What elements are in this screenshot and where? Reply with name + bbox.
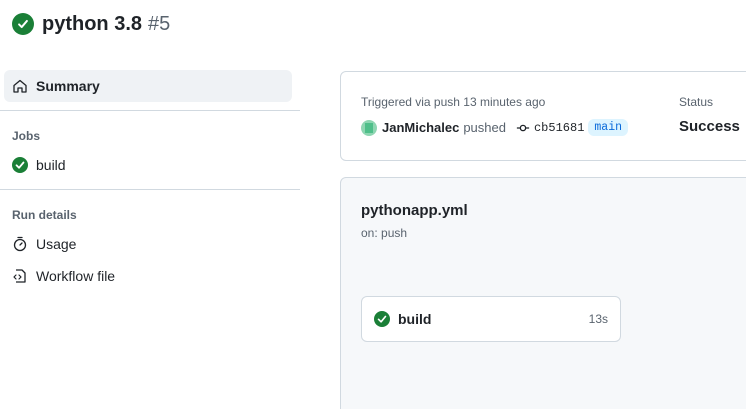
check-circle-icon	[374, 311, 390, 327]
git-commit-icon	[516, 121, 530, 135]
avatar[interactable]	[361, 119, 377, 136]
run-number: #5	[148, 12, 171, 35]
sidebar-item-summary[interactable]: Summary	[4, 70, 292, 102]
job-name: build	[398, 311, 432, 327]
status-label: Status	[679, 95, 714, 109]
job-duration: 13s	[588, 312, 608, 326]
job-node-build[interactable]: build 13s	[361, 296, 621, 342]
check-circle-icon	[12, 157, 28, 173]
sidebar-item-label: Workflow file	[36, 268, 116, 284]
home-icon	[12, 78, 28, 94]
commit-sha-link[interactable]: cb51681	[534, 121, 584, 135]
run-details-heading: Run details	[12, 208, 77, 222]
sidebar-item-label: build	[36, 157, 66, 173]
sidebar-item-label: Usage	[36, 236, 77, 252]
jobs-heading: Jobs	[12, 129, 41, 143]
trigger-details: JanMichalec pushed cb51681 main	[361, 119, 629, 136]
workflow-file-name: pythonapp.yml	[361, 202, 468, 219]
stopwatch-icon	[12, 236, 28, 252]
branch-badge[interactable]: main	[588, 119, 629, 136]
trigger-summary-card: Triggered via push 13 minutes ago JanMic…	[340, 71, 746, 161]
check-circle-icon	[12, 13, 34, 35]
divider	[0, 189, 300, 190]
workflow-graph-card: pythonapp.yml on: push build 13s	[340, 177, 746, 409]
status-value: Success	[679, 118, 740, 135]
sidebar-item-workflow-file[interactable]: Workflow file	[4, 260, 292, 292]
workflow-trigger: on: push	[361, 226, 408, 240]
sidebar: Summary Jobs build Run details Usage Wor…	[0, 70, 300, 292]
actor-link[interactable]: JanMichalec	[382, 120, 459, 135]
sidebar-item-label: Summary	[36, 78, 100, 94]
run-title: python 3.8	[42, 12, 143, 35]
divider	[0, 110, 300, 111]
sidebar-item-job-build[interactable]: build	[4, 149, 292, 181]
file-code-icon	[12, 268, 28, 284]
sidebar-item-usage[interactable]: Usage	[4, 228, 292, 260]
trigger-label: Triggered via push 13 minutes ago	[361, 95, 546, 109]
page-title: python 3.8 #5	[12, 10, 170, 38]
action-text: pushed	[463, 120, 506, 135]
